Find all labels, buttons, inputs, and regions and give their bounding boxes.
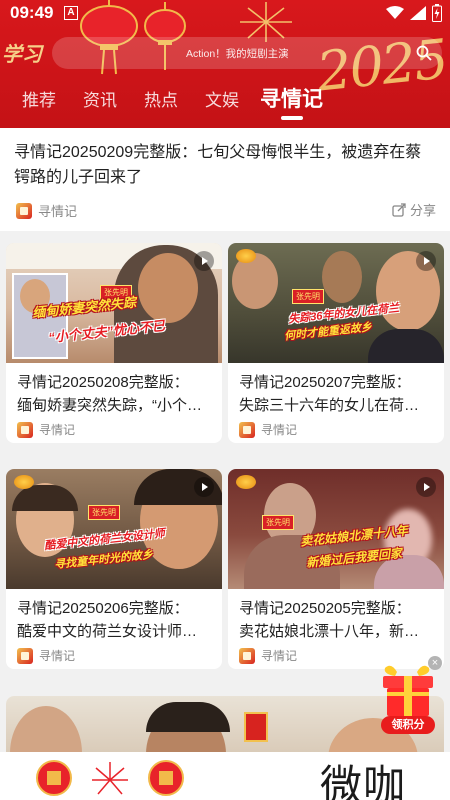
card-source: 寻情记 [239,421,297,438]
tab-recommend[interactable]: 推荐 [22,86,56,111]
firework-icon [92,762,128,795]
card-title[interactable]: 寻情记20250208完整版： 缅甸娇妻突然失踪，“小个… [17,371,215,417]
card-title-line: 卖花姑娘北漂十八年，新… [239,623,420,640]
status-time: 09:49 [10,3,54,22]
watermark-text: 微咖 [319,761,406,800]
feed: 寻情记20250209完整版：七旬父母悔恨半生，被遗弃在蔡锷路的儿子回来了 寻情… [0,128,450,800]
header: 2025 09:49 A 学习 Action！我的短剧主演 推荐 资讯 热点 文… [0,0,450,128]
card-title-line: 寻情记20250205完整版： [239,600,411,617]
channel-logo-icon [236,249,256,263]
tab-xunqingji[interactable]: 寻情记 [260,83,323,113]
app-logo[interactable]: 学习 [2,38,48,68]
battery-icon [432,4,442,22]
play-icon [416,477,436,497]
status-icons [386,4,442,22]
card-title-line: 寻情记20250208完整版： [17,374,189,391]
video-card[interactable]: 张先明 失踪36年的女儿在荷兰 何时才能重返故乡 寻情记20250207完整版：… [228,243,444,443]
video-thumbnail[interactable]: 张先明 酷爱中文的荷兰女设计师 寻找童年时光的故乡 [6,469,222,589]
card-title[interactable]: 寻情记20250207完整版： 失踪三十六年的女儿在荷… [239,371,437,417]
source-name: 寻情记 [261,649,298,663]
source-name: 寻情记 [39,423,76,437]
video-thumbnail[interactable]: 张先明 缅甸娇妻突然失踪 “小个丈夫”忧心不已 [6,243,222,363]
tab-news[interactable]: 资讯 [83,86,117,111]
category-tabs: 推荐 资讯 热点 文娱 寻情记 [0,84,450,120]
video-thumbnail[interactable]: 张先明 失踪36年的女儿在荷兰 何时才能重返故乡 [228,243,444,363]
wifi-icon [386,6,404,19]
spring-lantern-icon[interactable] [146,758,186,798]
card-title-line: 寻情记20250206完整版： [17,600,189,617]
photo-label: 张先明 [88,505,120,520]
video-card[interactable]: 张先明 卖花姑娘北漂十八年 新婚过后我要回家 寻情记20250205完整版： 卖… [228,469,444,669]
play-icon [416,251,436,271]
video-thumbnail[interactable]: 张先明 卖花姑娘北漂十八年 新婚过后我要回家 [228,469,444,589]
play-icon [194,477,214,497]
signal-icon [410,6,426,20]
share-button[interactable]: 分享 [392,200,436,219]
gift-icon [383,665,433,716]
notification-a-icon: A [64,6,78,20]
video-card[interactable]: 张先明 缅甸娇妻突然失踪 “小个丈夫”忧心不已 寻情记20250208完整版： … [6,243,222,443]
card-title-line: 酷爱中文的荷兰女设计师… [17,623,198,640]
share-icon [392,202,406,217]
source-logo-icon [17,647,33,664]
card-source: 寻情记 [239,647,297,664]
source-name: 寻情记 [38,204,78,219]
card-source: 寻情记 [17,647,75,664]
source-name: 寻情记 [39,649,76,663]
search-bar[interactable]: Action！我的短剧主演 [52,37,442,69]
list-item[interactable]: 寻情记20250209完整版：七旬父母悔恨半生，被遗弃在蔡锷路的儿子回来了 寻情… [0,128,450,231]
source-logo-icon [17,421,33,438]
channel-logo-icon [236,475,256,489]
source-name: 寻情记 [261,423,298,437]
reward-gift-button[interactable]: 领积分 [377,662,439,736]
search-icon[interactable] [416,45,432,61]
bottom-bar: 微咖 [0,752,450,800]
article-source: 寻情记 [16,201,77,220]
share-label: 分享 [409,203,436,218]
snake-lantern-icon[interactable] [34,758,74,798]
status-bar: 09:49 A [0,0,450,26]
card-title-line: 寻情记20250207完整版： [239,374,411,391]
source-logo-icon [239,421,255,438]
photo-label: 张先明 [292,289,324,304]
brand-watermark: 微咖 [313,752,406,800]
source-logo-icon [239,647,255,664]
card-title[interactable]: 寻情记20250206完整版： 酷爱中文的荷兰女设计师… [17,597,215,643]
tab-hot[interactable]: 热点 [144,86,178,111]
active-tab-indicator [281,116,303,120]
channel-logo-icon [14,475,34,489]
video-card[interactable]: 张先明 酷爱中文的荷兰女设计师 寻找童年时光的故乡 寻情记20250206完整版… [6,469,222,669]
search-placeholder: Action！我的短剧主演 [186,48,289,60]
card-title-line: 缅甸娇妻突然失踪，“小个… [17,397,202,414]
tab-entertainment[interactable]: 文娱 [205,86,239,111]
article-title[interactable]: 寻情记20250209完整版：七旬父母悔恨半生，被遗弃在蔡锷路的儿子回来了 [14,140,436,190]
play-icon [194,251,214,271]
card-title-line: 失踪三十六年的女儿在荷… [239,397,420,414]
gift-label: 领积分 [381,716,435,734]
card-source: 寻情记 [17,421,75,438]
photo-label: 张先明 [262,515,294,530]
card-title[interactable]: 寻情记20250205完整版： 卖花姑娘北漂十八年，新… [239,597,437,643]
source-logo-icon [16,202,32,219]
